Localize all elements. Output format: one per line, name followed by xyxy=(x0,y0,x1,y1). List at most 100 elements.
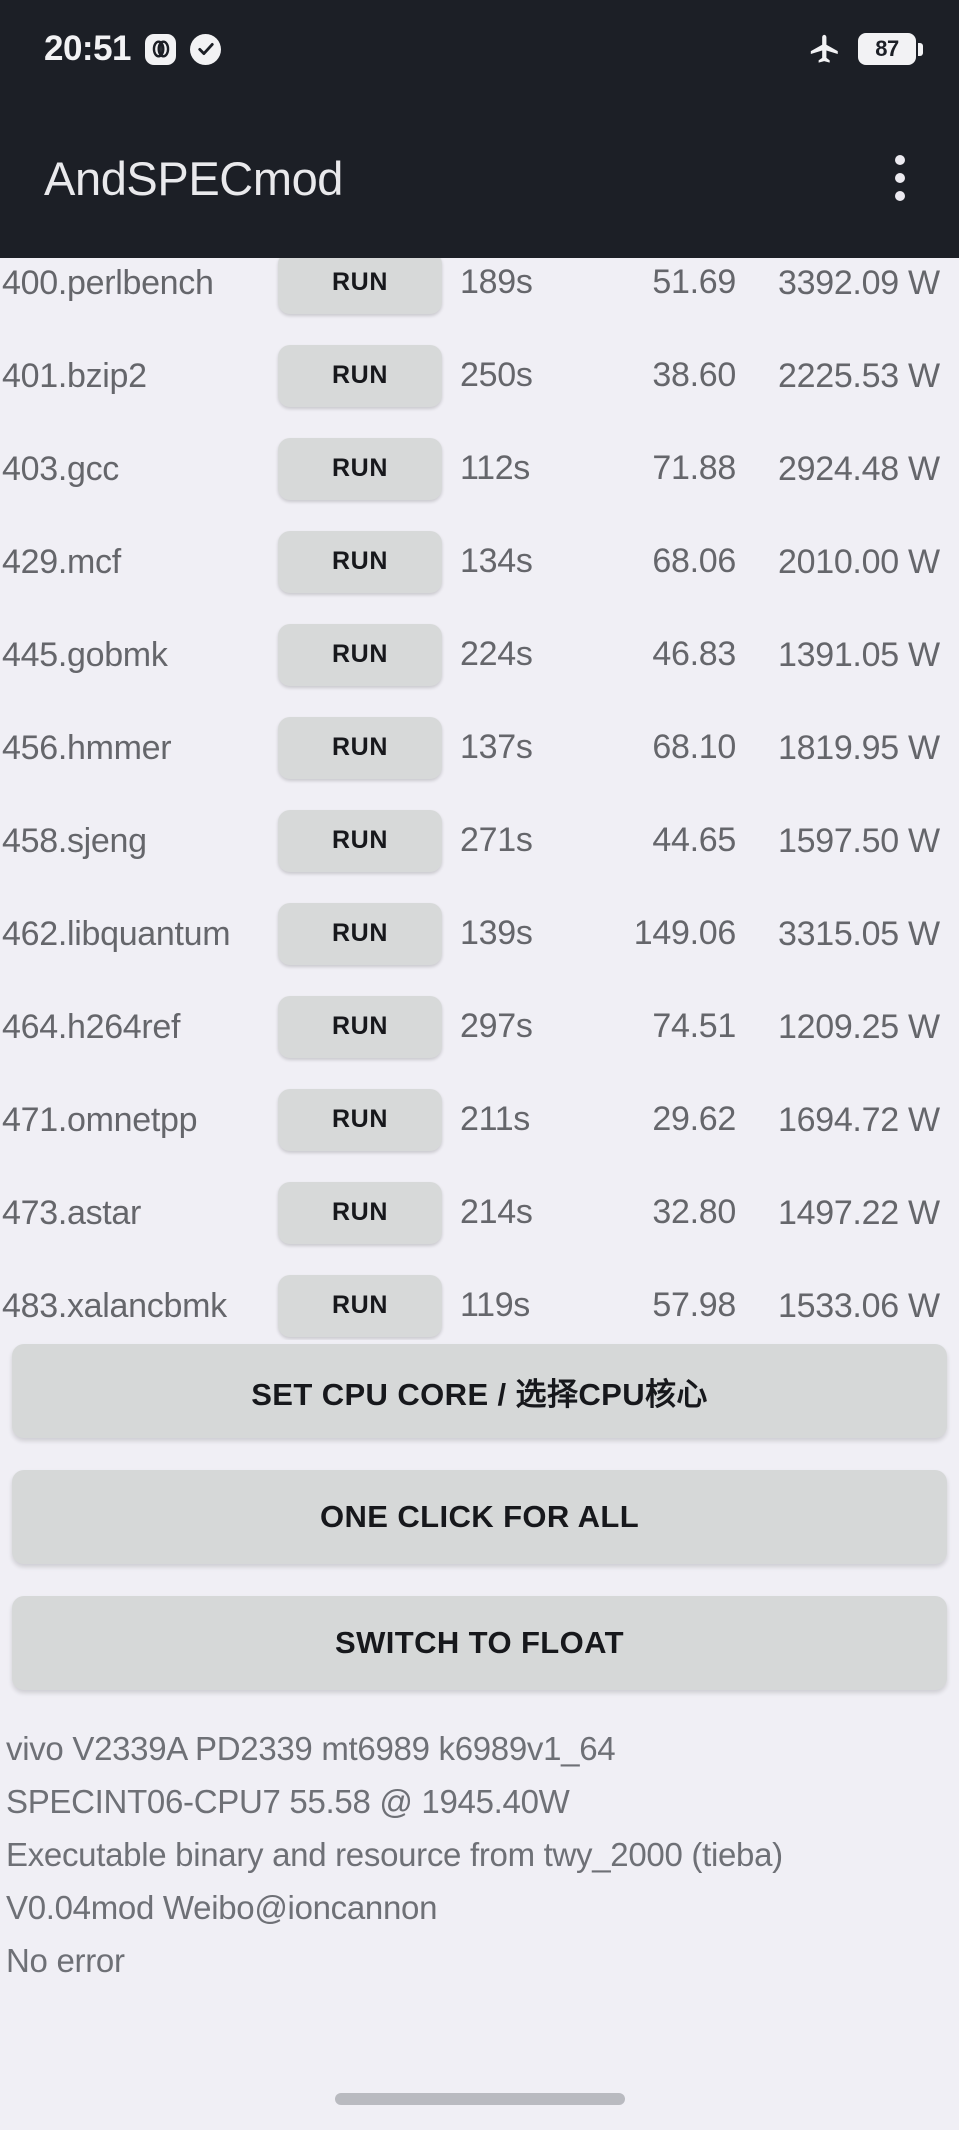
table-row: 456.hmmer RUN 137s 68.10 1819.95 W xyxy=(0,701,959,794)
run-button[interactable]: RUN xyxy=(278,1181,442,1244)
table-row: 483.xalancbmk RUN 119s 57.98 1533.06 W xyxy=(0,1259,959,1340)
run-button[interactable]: RUN xyxy=(278,902,442,965)
status-bar-clock: 20:51 xyxy=(44,29,132,68)
benchmark-name: 456.hmmer xyxy=(2,728,172,767)
benchmark-name: 464.h264ref xyxy=(2,1007,181,1046)
run-button[interactable]: RUN xyxy=(278,623,442,686)
run-button-cell: RUN xyxy=(274,344,446,407)
benchmark-power: 2225.53 W xyxy=(778,356,940,395)
log-device-line: vivo V2339A PD2339 mt6989 k6989v1_64 xyxy=(6,1730,616,1767)
status-bar: 20:51 87 xyxy=(0,0,959,98)
benchmark-score: 57.98 xyxy=(652,1286,736,1324)
run-button[interactable]: RUN xyxy=(278,716,442,779)
info-log: vivo V2339A PD2339 mt6989 k6989v1_64 SPE… xyxy=(0,1690,959,1987)
more-options-icon[interactable] xyxy=(881,141,919,215)
benchmark-time: 137s xyxy=(460,728,533,766)
benchmark-power: 3315.05 W xyxy=(778,914,940,953)
benchmark-score: 38.60 xyxy=(652,356,736,394)
run-button[interactable]: RUN xyxy=(278,437,442,500)
benchmark-score: 29.62 xyxy=(652,1100,736,1138)
benchmark-time: 211s xyxy=(460,1100,531,1138)
gesture-pill[interactable] xyxy=(334,2093,625,2105)
run-button-cell: RUN xyxy=(274,716,446,779)
run-button-cell: RUN xyxy=(274,1181,446,1244)
log-credit-line: Executable binary and resource from twy_… xyxy=(6,1836,783,1873)
table-row: 458.sjeng RUN 271s 44.65 1597.50 W xyxy=(0,794,959,887)
jovi-icon xyxy=(145,33,177,65)
switch-to-float-button[interactable]: SWITCH TO FLOAT xyxy=(12,1596,947,1690)
table-row: 464.h264ref RUN 297s 74.51 1209.25 W xyxy=(0,980,959,1073)
benchmark-power: 1391.05 W xyxy=(778,635,940,674)
table-row: 403.gcc RUN 112s 71.88 2924.48 W xyxy=(0,422,959,515)
table-row: 462.libquantum RUN 139s 149.06 3315.05 W xyxy=(0,887,959,980)
run-button[interactable]: RUN xyxy=(278,344,442,407)
status-bar-right: 87 xyxy=(808,32,923,66)
benchmark-power: 1694.72 W xyxy=(778,1100,940,1139)
benchmark-time: 224s xyxy=(460,635,533,673)
run-button[interactable]: RUN xyxy=(278,995,442,1058)
benchmark-power: 1597.50 W xyxy=(778,821,940,860)
benchmark-power: 1533.06 W xyxy=(778,1286,940,1325)
benchmark-score: 46.83 xyxy=(652,635,736,673)
run-button[interactable]: RUN xyxy=(278,258,442,314)
run-button-cell: RUN xyxy=(274,1088,446,1151)
run-button[interactable]: RUN xyxy=(278,1088,442,1151)
run-button-cell: RUN xyxy=(274,258,446,314)
table-row: 473.astar RUN 214s 32.80 1497.22 W xyxy=(0,1166,959,1259)
benchmark-time: 139s xyxy=(460,914,533,952)
benchmark-name: 403.gcc xyxy=(2,449,119,488)
run-button-cell: RUN xyxy=(274,530,446,593)
benchmark-score: 68.06 xyxy=(652,542,736,580)
benchmark-score: 51.69 xyxy=(652,263,736,301)
benchmark-list[interactable]: 400.perlbench RUN 189s 51.69 3392.09 W 401.bz… xyxy=(0,258,959,1340)
benchmark-time: 214s xyxy=(460,1193,533,1231)
dot xyxy=(895,191,905,201)
benchmark-score: 149.06 xyxy=(633,914,737,952)
benchmark-power: 2010.00 W xyxy=(778,542,940,581)
table-row: 445.gobmk RUN 224s 46.83 1391.05 W xyxy=(0,608,959,701)
gesture-navigation-bar[interactable] xyxy=(0,2068,959,2130)
benchmark-time: 250s xyxy=(460,356,533,394)
log-error-line: No error xyxy=(6,1942,125,1979)
benchmark-name: 400.perlbench xyxy=(2,263,214,302)
benchmark-score: 44.65 xyxy=(652,821,736,859)
benchmark-name: 473.astar xyxy=(2,1193,142,1232)
battery-indicator: 87 xyxy=(858,33,923,65)
app-title: AndSPECmod xyxy=(44,151,344,205)
run-button[interactable]: RUN xyxy=(278,530,442,593)
benchmark-score: 71.88 xyxy=(652,449,736,487)
benchmark-time: 189s xyxy=(460,263,533,301)
run-button-cell: RUN xyxy=(274,437,446,500)
table-row: 471.omnetpp RUN 211s 29.62 1694.72 W xyxy=(0,1073,959,1166)
action-buttons: SET CPU CORE / 选择CPU核心 ONE CLICK FOR ALL… xyxy=(0,1344,959,1690)
run-button-cell: RUN xyxy=(274,995,446,1058)
benchmark-name: 445.gobmk xyxy=(2,635,168,674)
run-button[interactable]: RUN xyxy=(278,809,442,872)
dot xyxy=(895,173,905,183)
status-bar-left: 20:51 xyxy=(44,29,222,69)
benchmark-name: 483.xalancbmk xyxy=(2,1286,227,1325)
benchmark-power: 1497.22 W xyxy=(778,1193,940,1232)
phone-screen: 20:51 87 AndSPECmod 400.perlbench RUN 18… xyxy=(0,0,959,2130)
log-result-line: SPECINT06-CPU7 55.58 @ 1945.40W xyxy=(6,1783,570,1820)
set-cpu-core-button[interactable]: SET CPU CORE / 选择CPU核心 xyxy=(12,1344,947,1438)
benchmark-name: 471.omnetpp xyxy=(2,1100,198,1139)
benchmark-power: 3392.09 W xyxy=(778,263,940,302)
log-version-line: V0.04mod Weibo@ioncannon xyxy=(6,1889,438,1926)
battery-level: 87 xyxy=(875,36,899,61)
battery-body: 87 xyxy=(858,33,916,65)
benchmark-time: 119s xyxy=(460,1286,531,1324)
benchmark-power: 2924.48 W xyxy=(778,449,940,488)
benchmark-time: 297s xyxy=(460,1007,533,1045)
benchmark-score: 68.10 xyxy=(652,728,736,766)
run-button-cell: RUN xyxy=(274,1274,446,1337)
main-content: 400.perlbench RUN 189s 51.69 3392.09 W 401.bz… xyxy=(0,258,959,2130)
table-row: 400.perlbench RUN 189s 51.69 3392.09 W xyxy=(0,258,959,329)
airplane-mode-icon xyxy=(808,32,842,66)
benchmark-name: 429.mcf xyxy=(2,542,121,581)
run-button-cell: RUN xyxy=(274,902,446,965)
run-button[interactable]: RUN xyxy=(278,1274,442,1337)
one-click-for-all-button[interactable]: ONE CLICK FOR ALL xyxy=(12,1470,947,1564)
benchmark-time: 271s xyxy=(460,821,533,859)
benchmark-power: 1209.25 W xyxy=(778,1007,940,1046)
